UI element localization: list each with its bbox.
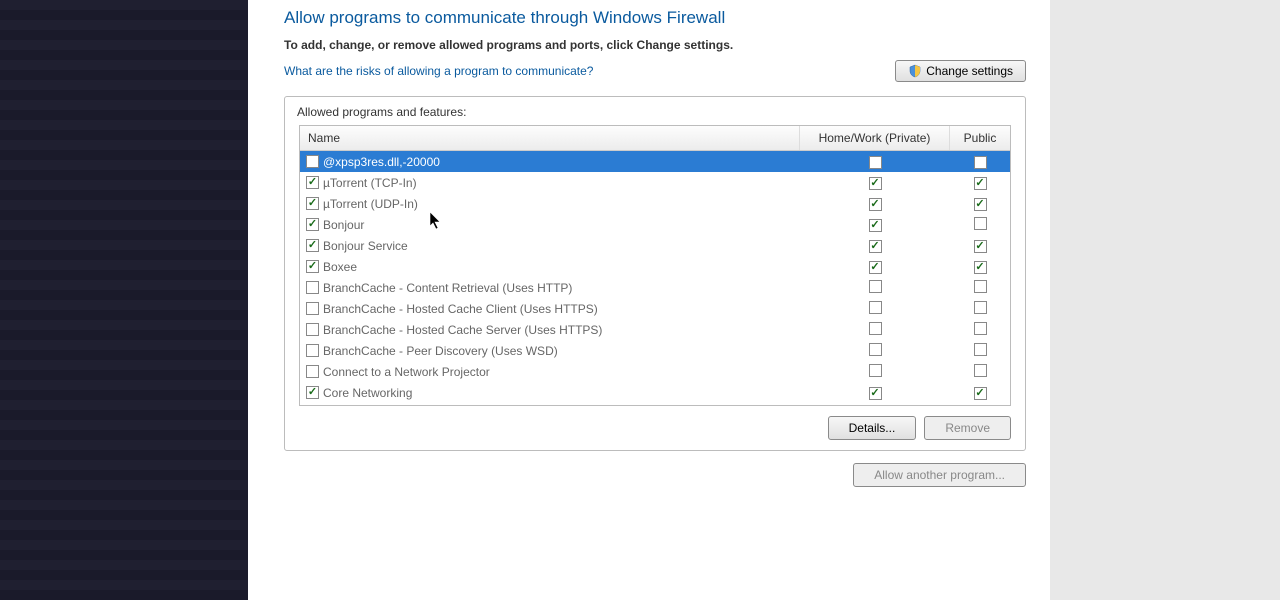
home-work-checkbox[interactable] — [869, 280, 882, 293]
row-checkbox[interactable] — [306, 302, 319, 315]
list-header: Name Home/Work (Private) Public — [300, 126, 1010, 151]
row-name-label: Connect to a Network Projector — [323, 365, 490, 379]
public-checkbox[interactable] — [974, 261, 987, 274]
details-button[interactable]: Details... — [828, 416, 917, 440]
instruction-text: To add, change, or remove allowed progra… — [284, 38, 1026, 52]
change-settings-button[interactable]: Change settings — [895, 60, 1026, 82]
table-row[interactable]: BranchCache - Hosted Cache Server (Uses … — [300, 319, 1010, 340]
home-work-checkbox[interactable] — [869, 343, 882, 356]
column-public[interactable]: Public — [950, 126, 1010, 150]
row-name-label: Bonjour Service — [323, 239, 408, 253]
table-row[interactable]: Boxee — [300, 256, 1010, 277]
public-checkbox[interactable] — [974, 198, 987, 211]
table-row[interactable]: BranchCache - Content Retrieval (Uses HT… — [300, 277, 1010, 298]
public-checkbox[interactable] — [974, 240, 987, 253]
main-panel: Allow programs to communicate through Wi… — [248, 0, 1050, 600]
row-checkbox[interactable] — [306, 323, 319, 336]
row-name-label: Core Networking — [323, 386, 412, 400]
page-title: Allow programs to communicate through Wi… — [284, 8, 1026, 28]
public-checkbox[interactable] — [974, 280, 987, 293]
home-work-checkbox[interactable] — [869, 364, 882, 377]
row-name-label: BranchCache - Content Retrieval (Uses HT… — [323, 281, 572, 295]
home-work-checkbox[interactable] — [869, 177, 882, 190]
home-work-checkbox[interactable] — [869, 322, 882, 335]
row-checkbox[interactable] — [306, 218, 319, 231]
shield-icon — [908, 64, 922, 78]
public-checkbox[interactable] — [974, 387, 987, 400]
public-checkbox[interactable] — [974, 364, 987, 377]
row-checkbox[interactable] — [306, 197, 319, 210]
home-work-checkbox[interactable] — [869, 240, 882, 253]
row-name-label: Boxee — [323, 260, 357, 274]
row-name-label: BranchCache - Hosted Cache Server (Uses … — [323, 323, 602, 337]
programs-list: Name Home/Work (Private) Public @xpsp3re… — [299, 125, 1011, 406]
home-work-checkbox[interactable] — [869, 198, 882, 211]
table-row[interactable]: BranchCache - Hosted Cache Client (Uses … — [300, 298, 1010, 319]
table-row[interactable]: Bonjour Service — [300, 235, 1010, 256]
action-row: Details... Remove — [285, 406, 1025, 440]
change-settings-label: Change settings — [926, 64, 1013, 78]
public-checkbox[interactable] — [974, 343, 987, 356]
table-row[interactable]: Core Networking — [300, 382, 1010, 403]
right-background — [1050, 0, 1280, 600]
row-checkbox[interactable] — [306, 260, 319, 273]
row-checkbox[interactable] — [306, 386, 319, 399]
row-checkbox[interactable] — [306, 281, 319, 294]
row-checkbox[interactable] — [306, 176, 319, 189]
home-work-checkbox[interactable] — [869, 261, 882, 274]
column-name[interactable]: Name — [300, 126, 800, 150]
row-name-label: BranchCache - Peer Discovery (Uses WSD) — [323, 344, 558, 358]
public-checkbox[interactable] — [974, 322, 987, 335]
group-title: Allowed programs and features: — [285, 97, 1025, 125]
row-checkbox[interactable] — [306, 344, 319, 357]
remove-button[interactable]: Remove — [924, 416, 1011, 440]
row-name-label: µTorrent (TCP-In) — [323, 176, 417, 190]
public-checkbox[interactable] — [974, 217, 987, 230]
allowed-programs-group: Allowed programs and features: Name Home… — [284, 96, 1026, 451]
row-name-label: Bonjour — [323, 218, 364, 232]
home-work-checkbox[interactable] — [869, 387, 882, 400]
table-row[interactable]: µTorrent (UDP-In) — [300, 193, 1010, 214]
table-row[interactable]: @xpsp3res.dll,-20000 — [300, 151, 1010, 172]
home-work-checkbox[interactable] — [869, 156, 882, 169]
table-row[interactable]: BranchCache - Peer Discovery (Uses WSD) — [300, 340, 1010, 361]
public-checkbox[interactable] — [974, 156, 987, 169]
table-row[interactable]: µTorrent (TCP-In) — [300, 172, 1010, 193]
row-checkbox[interactable] — [306, 155, 319, 168]
column-home-work[interactable]: Home/Work (Private) — [800, 126, 950, 150]
home-work-checkbox[interactable] — [869, 301, 882, 314]
risks-row: What are the risks of allowing a program… — [284, 60, 1026, 82]
risks-link[interactable]: What are the risks of allowing a program… — [284, 64, 593, 78]
allow-another-button[interactable]: Allow another program... — [853, 463, 1026, 487]
row-name-label: BranchCache - Hosted Cache Client (Uses … — [323, 302, 598, 316]
list-body[interactable]: @xpsp3res.dll,-20000 µTorrent (TCP-In) µTo… — [300, 151, 1010, 405]
row-checkbox[interactable] — [306, 239, 319, 252]
footer-row: Allow another program... — [284, 463, 1026, 487]
table-row[interactable]: Connect to a Network Projector — [300, 361, 1010, 382]
row-checkbox[interactable] — [306, 365, 319, 378]
table-row[interactable]: Bonjour — [300, 214, 1010, 235]
home-work-checkbox[interactable] — [869, 219, 882, 232]
public-checkbox[interactable] — [974, 177, 987, 190]
public-checkbox[interactable] — [974, 301, 987, 314]
left-background — [0, 0, 248, 600]
row-name-label: µTorrent (UDP-In) — [323, 197, 418, 211]
row-name-label: @xpsp3res.dll,-20000 — [323, 155, 440, 169]
